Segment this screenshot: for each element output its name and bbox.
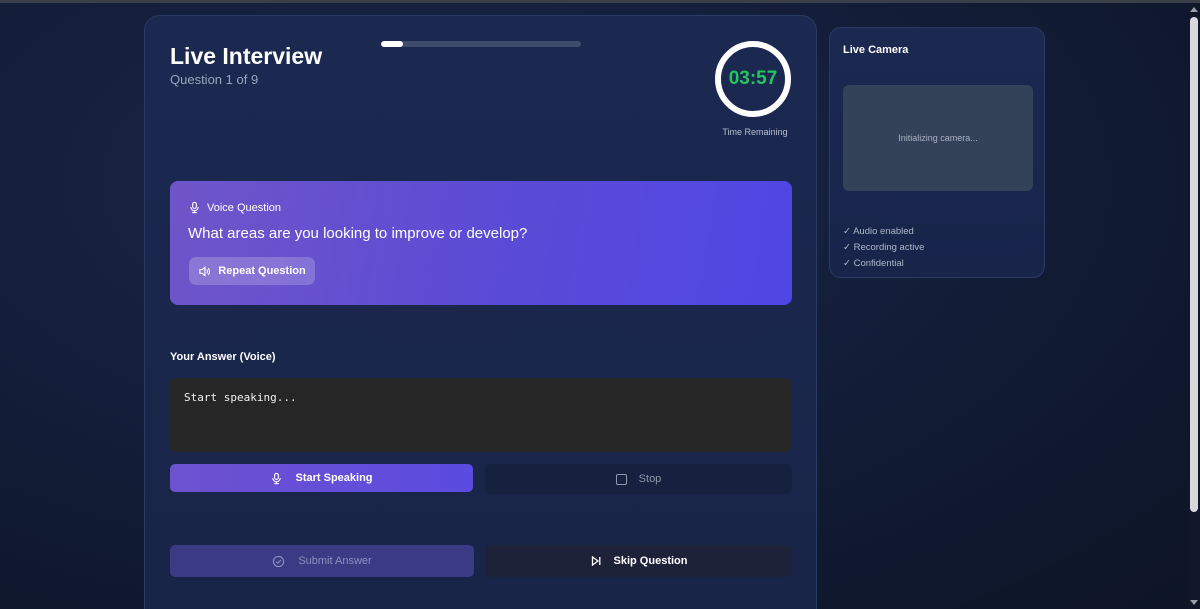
- check-circle-icon: [272, 555, 285, 568]
- stop-label: Stop: [638, 473, 662, 485]
- submit-answer-label: Submit Answer: [298, 555, 372, 567]
- progress-bar-fill: [381, 41, 403, 47]
- page-title: Live Interview: [170, 43, 323, 69]
- skip-question-label: Skip Question: [613, 555, 688, 567]
- start-speaking-button[interactable]: Start Speaking: [170, 464, 473, 492]
- repeat-question-label: Repeat Question: [218, 265, 306, 277]
- question-counter: Question 1 of 9: [170, 72, 259, 87]
- microphone-icon: [188, 201, 201, 214]
- microphone-icon: [270, 472, 283, 485]
- skip-question-button[interactable]: Skip Question: [485, 545, 792, 577]
- scrollbar-thumb[interactable]: [1190, 17, 1198, 512]
- question-heading: Voice Question: [207, 201, 281, 214]
- stop-button[interactable]: Stop: [485, 464, 792, 494]
- question-header: Voice Question: [188, 201, 281, 214]
- timer-value: 03:57: [728, 68, 778, 89]
- scroll-up-arrow-icon[interactable]: [1190, 7, 1198, 12]
- question-text: What areas are you looking to improve or…: [188, 225, 528, 242]
- status-recording: ✓ Recording active: [843, 242, 925, 253]
- interview-panel: Live Interview Question 1 of 9 03:57 Tim…: [144, 15, 817, 609]
- page-scrollbar[interactable]: [1188, 3, 1200, 609]
- camera-status: Initializing camera...: [898, 133, 978, 143]
- window-top-bar: [0, 0, 1200, 3]
- question-card: Voice Question What areas are you lookin…: [170, 181, 792, 305]
- countdown-timer: 03:57: [715, 41, 791, 117]
- camera-title: Live Camera: [843, 44, 909, 56]
- status-audio: ✓ Audio enabled: [843, 226, 914, 237]
- skip-forward-icon: [590, 555, 602, 567]
- status-confidential: ✓ Confidential: [843, 258, 904, 269]
- timer-label: Time Remaining: [722, 127, 788, 137]
- progress-bar: [381, 41, 581, 47]
- camera-panel: Live Camera Initializing camera... ✓ Aud…: [829, 27, 1045, 278]
- scroll-down-arrow-icon[interactable]: [1190, 600, 1198, 605]
- submit-answer-button[interactable]: Submit Answer: [170, 545, 474, 577]
- answer-label: Your Answer (Voice): [170, 351, 276, 363]
- answer-transcript[interactable]: Start speaking...: [170, 378, 791, 452]
- start-speaking-label: Start Speaking: [295, 472, 373, 484]
- repeat-question-button[interactable]: Repeat Question: [189, 257, 315, 285]
- stop-square-icon: [615, 473, 627, 485]
- speaker-icon: [198, 265, 211, 278]
- status-list: ✓ Audio enabled ✓ Recording active ✓ Con…: [843, 224, 924, 272]
- camera-preview: Initializing camera...: [843, 85, 1033, 191]
